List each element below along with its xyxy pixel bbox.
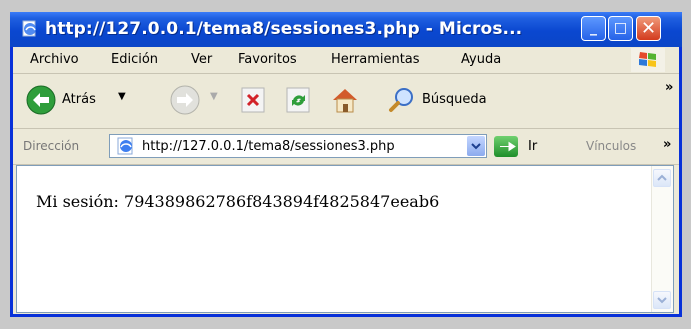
address-dropdown-button[interactable]	[467, 136, 485, 156]
links-label[interactable]: Vínculos	[586, 139, 636, 153]
back-arrow-icon	[26, 85, 56, 115]
menu-item-ver[interactable]: Ver	[191, 52, 212, 67]
ie-page-icon	[22, 20, 36, 37]
address-label: Dirección	[23, 139, 80, 153]
links-more-icon[interactable]: »	[663, 137, 671, 152]
forward-arrow-icon	[170, 85, 200, 115]
page-content: Mi sesión: 794389862786f843894f4825847ee…	[16, 165, 674, 313]
maximize-icon: □	[613, 20, 628, 36]
home-icon	[333, 89, 357, 113]
chevron-up-icon	[657, 174, 667, 181]
browser-window: http://127.0.0.1/tema8/sessiones3.php - …	[10, 12, 682, 317]
minimize-button[interactable]: _	[581, 16, 606, 41]
refresh-button[interactable]	[285, 86, 312, 114]
go-button[interactable]	[494, 136, 518, 157]
address-bar: Dirección http://127.0.0.1/tema8/session…	[13, 129, 679, 165]
address-input[interactable]: http://127.0.0.1/tema8/sessiones3.php	[109, 134, 487, 158]
back-dropdown-icon[interactable]: ▼	[118, 91, 126, 102]
address-url: http://127.0.0.1/tema8/sessiones3.php	[142, 139, 395, 154]
back-label: Atrás	[62, 92, 96, 107]
minimize-icon: _	[590, 20, 597, 36]
search-button[interactable]: Búsqueda	[388, 86, 498, 114]
vertical-scrollbar[interactable]	[651, 166, 673, 312]
chevron-down-icon	[657, 297, 667, 304]
back-button[interactable]: Atrás ▼	[26, 85, 126, 115]
scroll-up-button[interactable]	[653, 169, 671, 187]
menu-item-favoritos[interactable]: Favoritos	[238, 52, 297, 67]
close-icon: ✕	[640, 18, 657, 39]
menu-item-ayuda[interactable]: Ayuda	[461, 52, 501, 67]
page-icon	[117, 137, 133, 155]
menu-item-edicion[interactable]: Edición	[111, 52, 158, 67]
close-button[interactable]: ✕	[636, 16, 661, 41]
menu-item-archivo[interactable]: Archivo	[30, 52, 79, 67]
scroll-down-button[interactable]	[653, 291, 671, 309]
menu-item-herramientas[interactable]: Herramientas	[331, 52, 420, 67]
refresh-icon	[286, 87, 310, 113]
go-label[interactable]: Ir	[528, 139, 537, 154]
windows-logo-icon	[631, 48, 665, 72]
chevron-down-icon	[471, 143, 481, 150]
maximize-button[interactable]: □	[608, 16, 633, 41]
standard-toolbar: Atrás ▼ ▼ Búsqueda »	[13, 74, 679, 129]
search-icon	[389, 88, 413, 112]
stop-button[interactable]	[240, 86, 267, 114]
stop-icon	[241, 87, 265, 113]
toolbar-more-icon[interactable]: »	[665, 80, 673, 95]
forward-button[interactable]: ▼	[170, 85, 218, 115]
title-bar[interactable]: http://127.0.0.1/tema8/sessiones3.php - …	[10, 12, 682, 47]
session-text: Mi sesión: 794389862786f843894f4825847ee…	[36, 192, 440, 211]
go-arrow-icon	[500, 141, 516, 152]
search-label: Búsqueda	[422, 92, 487, 107]
forward-dropdown-icon[interactable]: ▼	[210, 91, 218, 102]
menu-bar: Archivo Edición Ver Favoritos Herramient…	[13, 47, 679, 74]
home-button[interactable]	[329, 84, 361, 116]
window-title: http://127.0.0.1/tema8/sessiones3.php - …	[45, 19, 523, 39]
